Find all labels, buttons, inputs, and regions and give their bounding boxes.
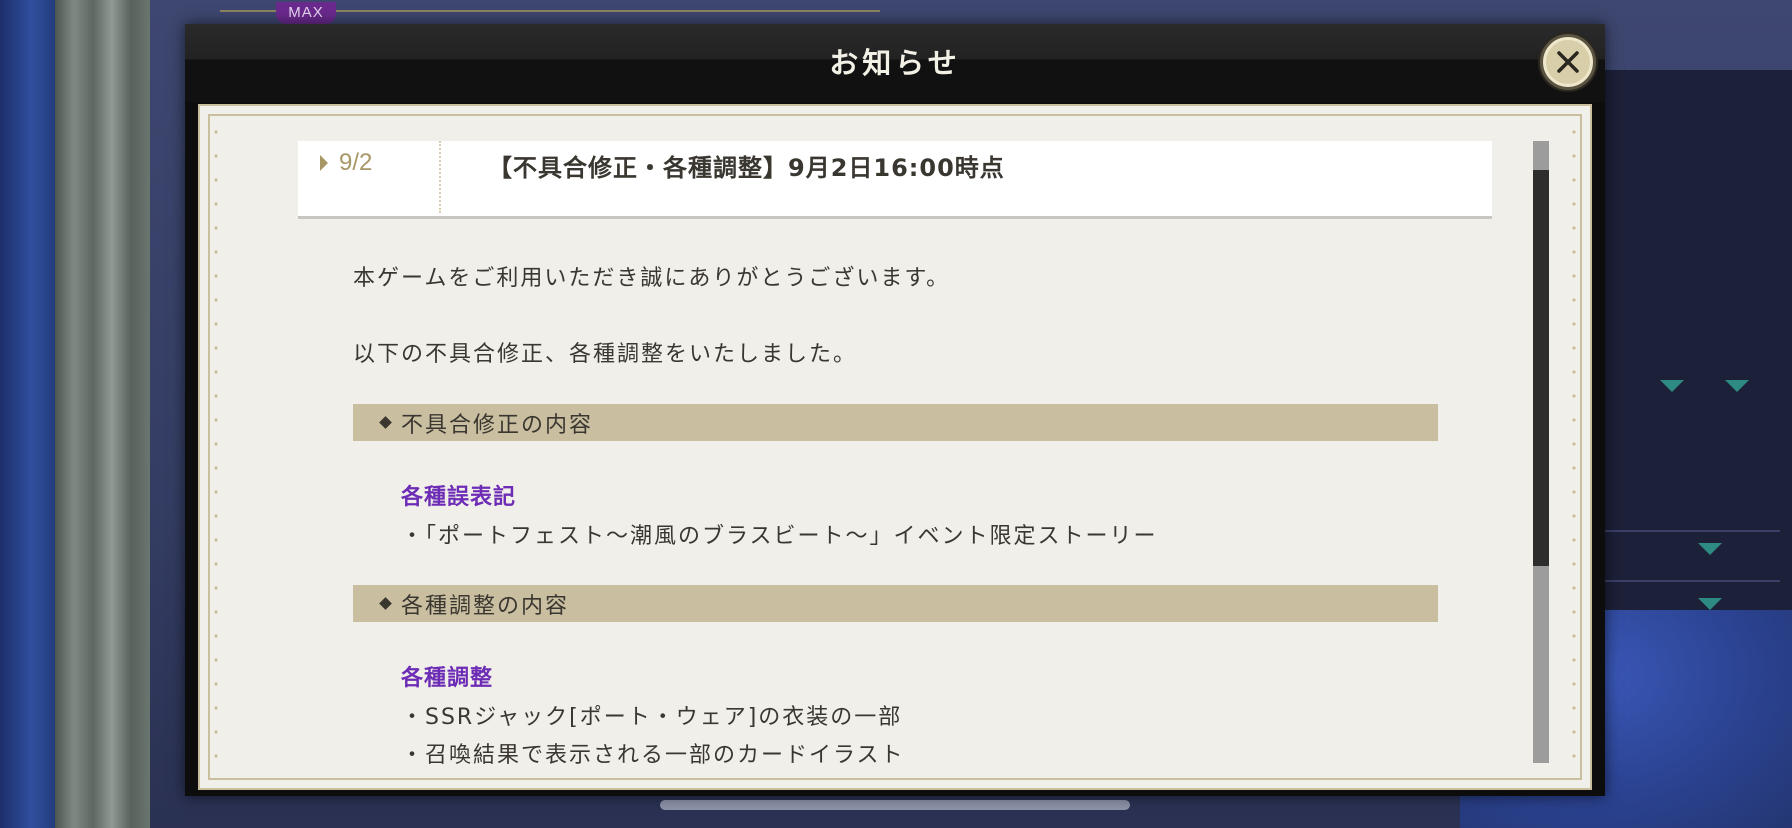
cabinet-ornament — [1660, 380, 1684, 392]
list-item: ・SSRジャック[ポート・ウェア]の衣装の一部 — [401, 705, 903, 730]
modal-title: お知らせ — [829, 46, 961, 80]
background-bar — [660, 800, 1130, 810]
section-heading-label: 不具合修正の内容 — [401, 413, 594, 438]
paper-dots-right — [1572, 120, 1576, 774]
section-heading-adjustments: 各種調整の内容 — [353, 585, 1438, 622]
paper-dots-left — [214, 120, 218, 774]
cabinet-ornament — [1698, 598, 1722, 610]
cabinet-drawer-line — [1600, 530, 1780, 532]
greeting-text: 本ゲームをご利用いただき誠にありがとうございます。 — [353, 266, 951, 291]
news-divider — [439, 141, 441, 213]
section-heading-label: 各種調整の内容 — [401, 594, 570, 619]
cabinet-ornament — [1725, 380, 1749, 392]
news-item-row[interactable]: 9/2 【不具合修正・各種調整】9月2日16:00時点 — [298, 141, 1492, 219]
intro-text: 以下の不具合修正、各種調整をいたしました。 — [353, 342, 858, 367]
background-pillar — [55, 0, 150, 828]
cabinet-drawer-line — [1600, 580, 1780, 582]
max-badge: MAX — [276, 2, 336, 24]
close-icon — [1557, 51, 1579, 73]
subheading-adjustments: 各種調整 — [401, 666, 494, 691]
list-item: ・召喚結果で表示される一部のカードイラスト — [401, 743, 905, 768]
close-button[interactable] — [1540, 34, 1596, 90]
news-date: 9/2 — [339, 149, 373, 176]
chevron-right-icon — [320, 155, 328, 171]
scrollbar-thumb[interactable] — [1533, 170, 1549, 566]
list-item: ・「ポートフェスト～潮風のブラスビート～」イベント限定ストーリー — [401, 524, 1158, 549]
section-heading-bugfix: 不具合修正の内容 — [353, 404, 1438, 441]
cabinet-ornament — [1698, 543, 1722, 555]
subheading-typos: 各種誤表記 — [401, 485, 517, 510]
diamond-icon — [379, 416, 392, 429]
diamond-icon — [379, 597, 392, 610]
news-title: 【不具合修正・各種調整】9月2日16:00時点 — [488, 154, 1005, 182]
